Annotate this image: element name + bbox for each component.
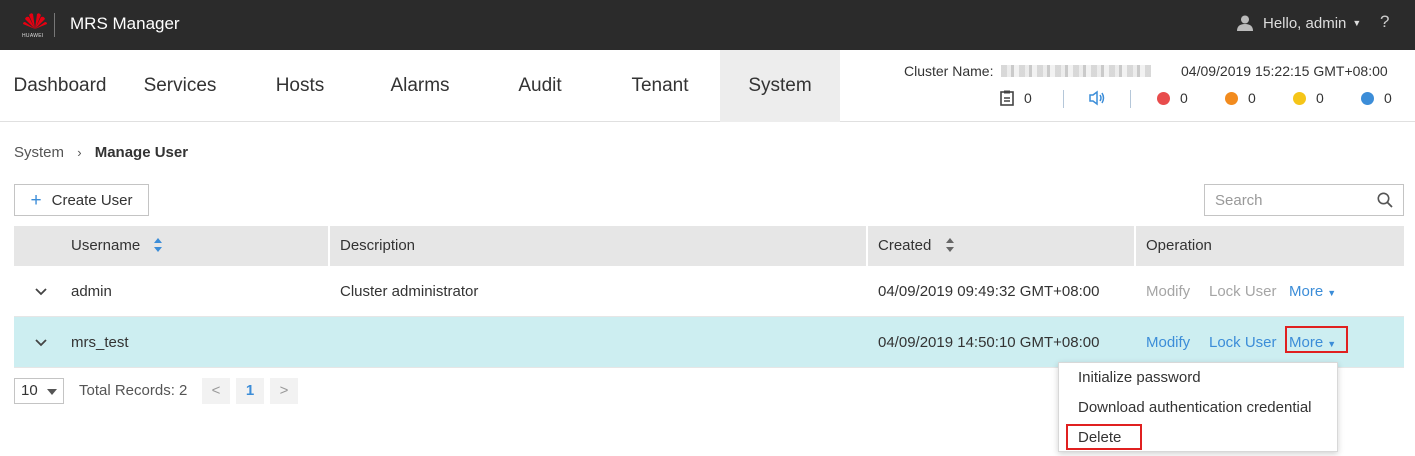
title-divider	[54, 13, 55, 37]
table-row: admin Cluster administrator 04/09/2019 0…	[14, 266, 1404, 317]
warning-alarm-count: 0	[1384, 90, 1392, 106]
created-cell: 04/09/2019 09:49:32 GMT+08:00	[878, 283, 1100, 300]
lock-user-button: Lock User	[1209, 283, 1277, 300]
expand-chevron-icon[interactable]	[34, 284, 48, 298]
menu-item-initialize-password[interactable]: Initialize password	[1078, 369, 1201, 386]
next-page-button[interactable]: >	[270, 378, 298, 404]
page-size-select[interactable]: 10	[14, 378, 64, 404]
top-bar: HUAWEI MRS Manager Hello, admin ▼ ?	[0, 0, 1415, 50]
more-highlight-box	[1285, 326, 1348, 353]
breadcrumb-separator: ›	[77, 145, 82, 160]
caret-down-icon: ▼	[1327, 288, 1337, 298]
column-divider	[1134, 226, 1136, 266]
help-icon[interactable]: ?	[1380, 12, 1389, 32]
breadcrumb-system[interactable]: System	[14, 144, 64, 161]
sort-icon[interactable]	[945, 238, 955, 252]
search-input[interactable]	[1215, 192, 1365, 209]
page-size-value: 10	[21, 382, 38, 399]
username-cell: mrs_test	[71, 334, 129, 351]
breadcrumb-current: Manage User	[94, 144, 189, 161]
header-operation: Operation	[1146, 237, 1212, 254]
minor-alarm-count: 0	[1316, 90, 1324, 106]
cluster-datetime: 04/09/2019 15:22:15 GMT+08:00	[1181, 63, 1388, 79]
cluster-name-label: Cluster Name:	[904, 63, 994, 79]
cluster-name: Cluster Name:	[904, 63, 1152, 79]
create-user-label: Create User	[51, 191, 133, 209]
description-cell: Cluster administrator	[340, 283, 479, 300]
more-dropdown-menu: Initialize password Download authenticat…	[1058, 362, 1338, 452]
task-status[interactable]: 0	[1000, 90, 1032, 106]
modify-button: Modify	[1146, 283, 1191, 300]
critical-alarm-status[interactable]: 0	[1157, 90, 1188, 106]
critical-alarm-count: 0	[1180, 90, 1188, 106]
username-cell: admin	[71, 283, 112, 300]
created-cell: 04/09/2019 14:50:10 GMT+08:00	[878, 334, 1100, 351]
page-1-button[interactable]: 1	[236, 378, 264, 404]
header-username-label: Username	[71, 237, 141, 254]
tab-hosts[interactable]: Hosts	[240, 50, 360, 122]
tab-dashboard[interactable]: Dashboard	[0, 50, 120, 122]
warning-alarm-status[interactable]: 0	[1361, 90, 1392, 106]
tab-services[interactable]: Services	[120, 50, 240, 122]
user-menu[interactable]: Hello, admin ▼	[1236, 14, 1361, 32]
major-alarm-icon	[1225, 91, 1238, 105]
cluster-name-redacted	[1001, 65, 1152, 77]
speaker-icon	[1089, 90, 1105, 106]
caret-down-icon	[47, 389, 57, 395]
modify-button[interactable]: Modify	[1146, 317, 1190, 368]
minor-alarm-icon	[1293, 91, 1306, 105]
table-row: mrs_test 04/09/2019 14:50:10 GMT+08:00 M…	[14, 317, 1404, 368]
tab-tenant[interactable]: Tenant	[600, 50, 720, 122]
menu-item-download-credential[interactable]: Download authentication credential	[1078, 399, 1312, 416]
task-count: 0	[1024, 90, 1032, 106]
search-box[interactable]	[1204, 184, 1404, 216]
expand-chevron-icon[interactable]	[34, 335, 48, 349]
create-user-button[interactable]: + Create User	[14, 184, 149, 216]
brand-text: HUAWEI	[22, 33, 44, 39]
user-icon	[1237, 15, 1253, 31]
status-divider	[1130, 90, 1131, 108]
table-header: Username Description Created Operation	[14, 226, 1404, 266]
header-created-label: Created	[878, 237, 932, 254]
tab-alarms[interactable]: Alarms	[360, 50, 480, 122]
breadcrumb: System › Manage User	[14, 144, 188, 161]
main-nav: Dashboard Services Hosts Alarms Audit Te…	[0, 50, 1415, 122]
search-icon[interactable]	[1377, 192, 1393, 208]
major-alarm-status[interactable]: 0	[1225, 90, 1256, 106]
tab-audit[interactable]: Audit	[480, 50, 600, 122]
more-button[interactable]: More ▼	[1289, 266, 1336, 317]
plus-icon: +	[30, 189, 42, 211]
prev-page-button[interactable]: <	[202, 378, 230, 404]
total-records: Total Records: 2	[79, 382, 188, 399]
header-username[interactable]: Username	[71, 226, 163, 266]
major-alarm-count: 0	[1248, 90, 1256, 106]
more-label: More	[1289, 283, 1324, 300]
minor-alarm-status[interactable]: 0	[1293, 90, 1324, 106]
column-divider	[866, 226, 868, 266]
warning-alarm-icon	[1361, 91, 1374, 105]
header-description: Description	[340, 237, 416, 254]
user-greeting: Hello, admin	[1263, 14, 1347, 32]
tab-system[interactable]: System	[720, 50, 840, 122]
critical-alarm-icon	[1157, 91, 1170, 105]
delete-highlight-box	[1066, 424, 1142, 450]
header-created[interactable]: Created	[878, 226, 955, 266]
sound-toggle[interactable]	[1088, 90, 1106, 106]
clipboard-icon	[1000, 90, 1014, 106]
chevron-down-icon: ▼	[1352, 18, 1362, 28]
app-title: MRS Manager	[70, 14, 180, 33]
sort-icon[interactable]	[154, 238, 163, 252]
lock-user-button[interactable]: Lock User	[1209, 317, 1277, 368]
status-divider	[1063, 90, 1064, 108]
column-divider	[328, 226, 330, 266]
